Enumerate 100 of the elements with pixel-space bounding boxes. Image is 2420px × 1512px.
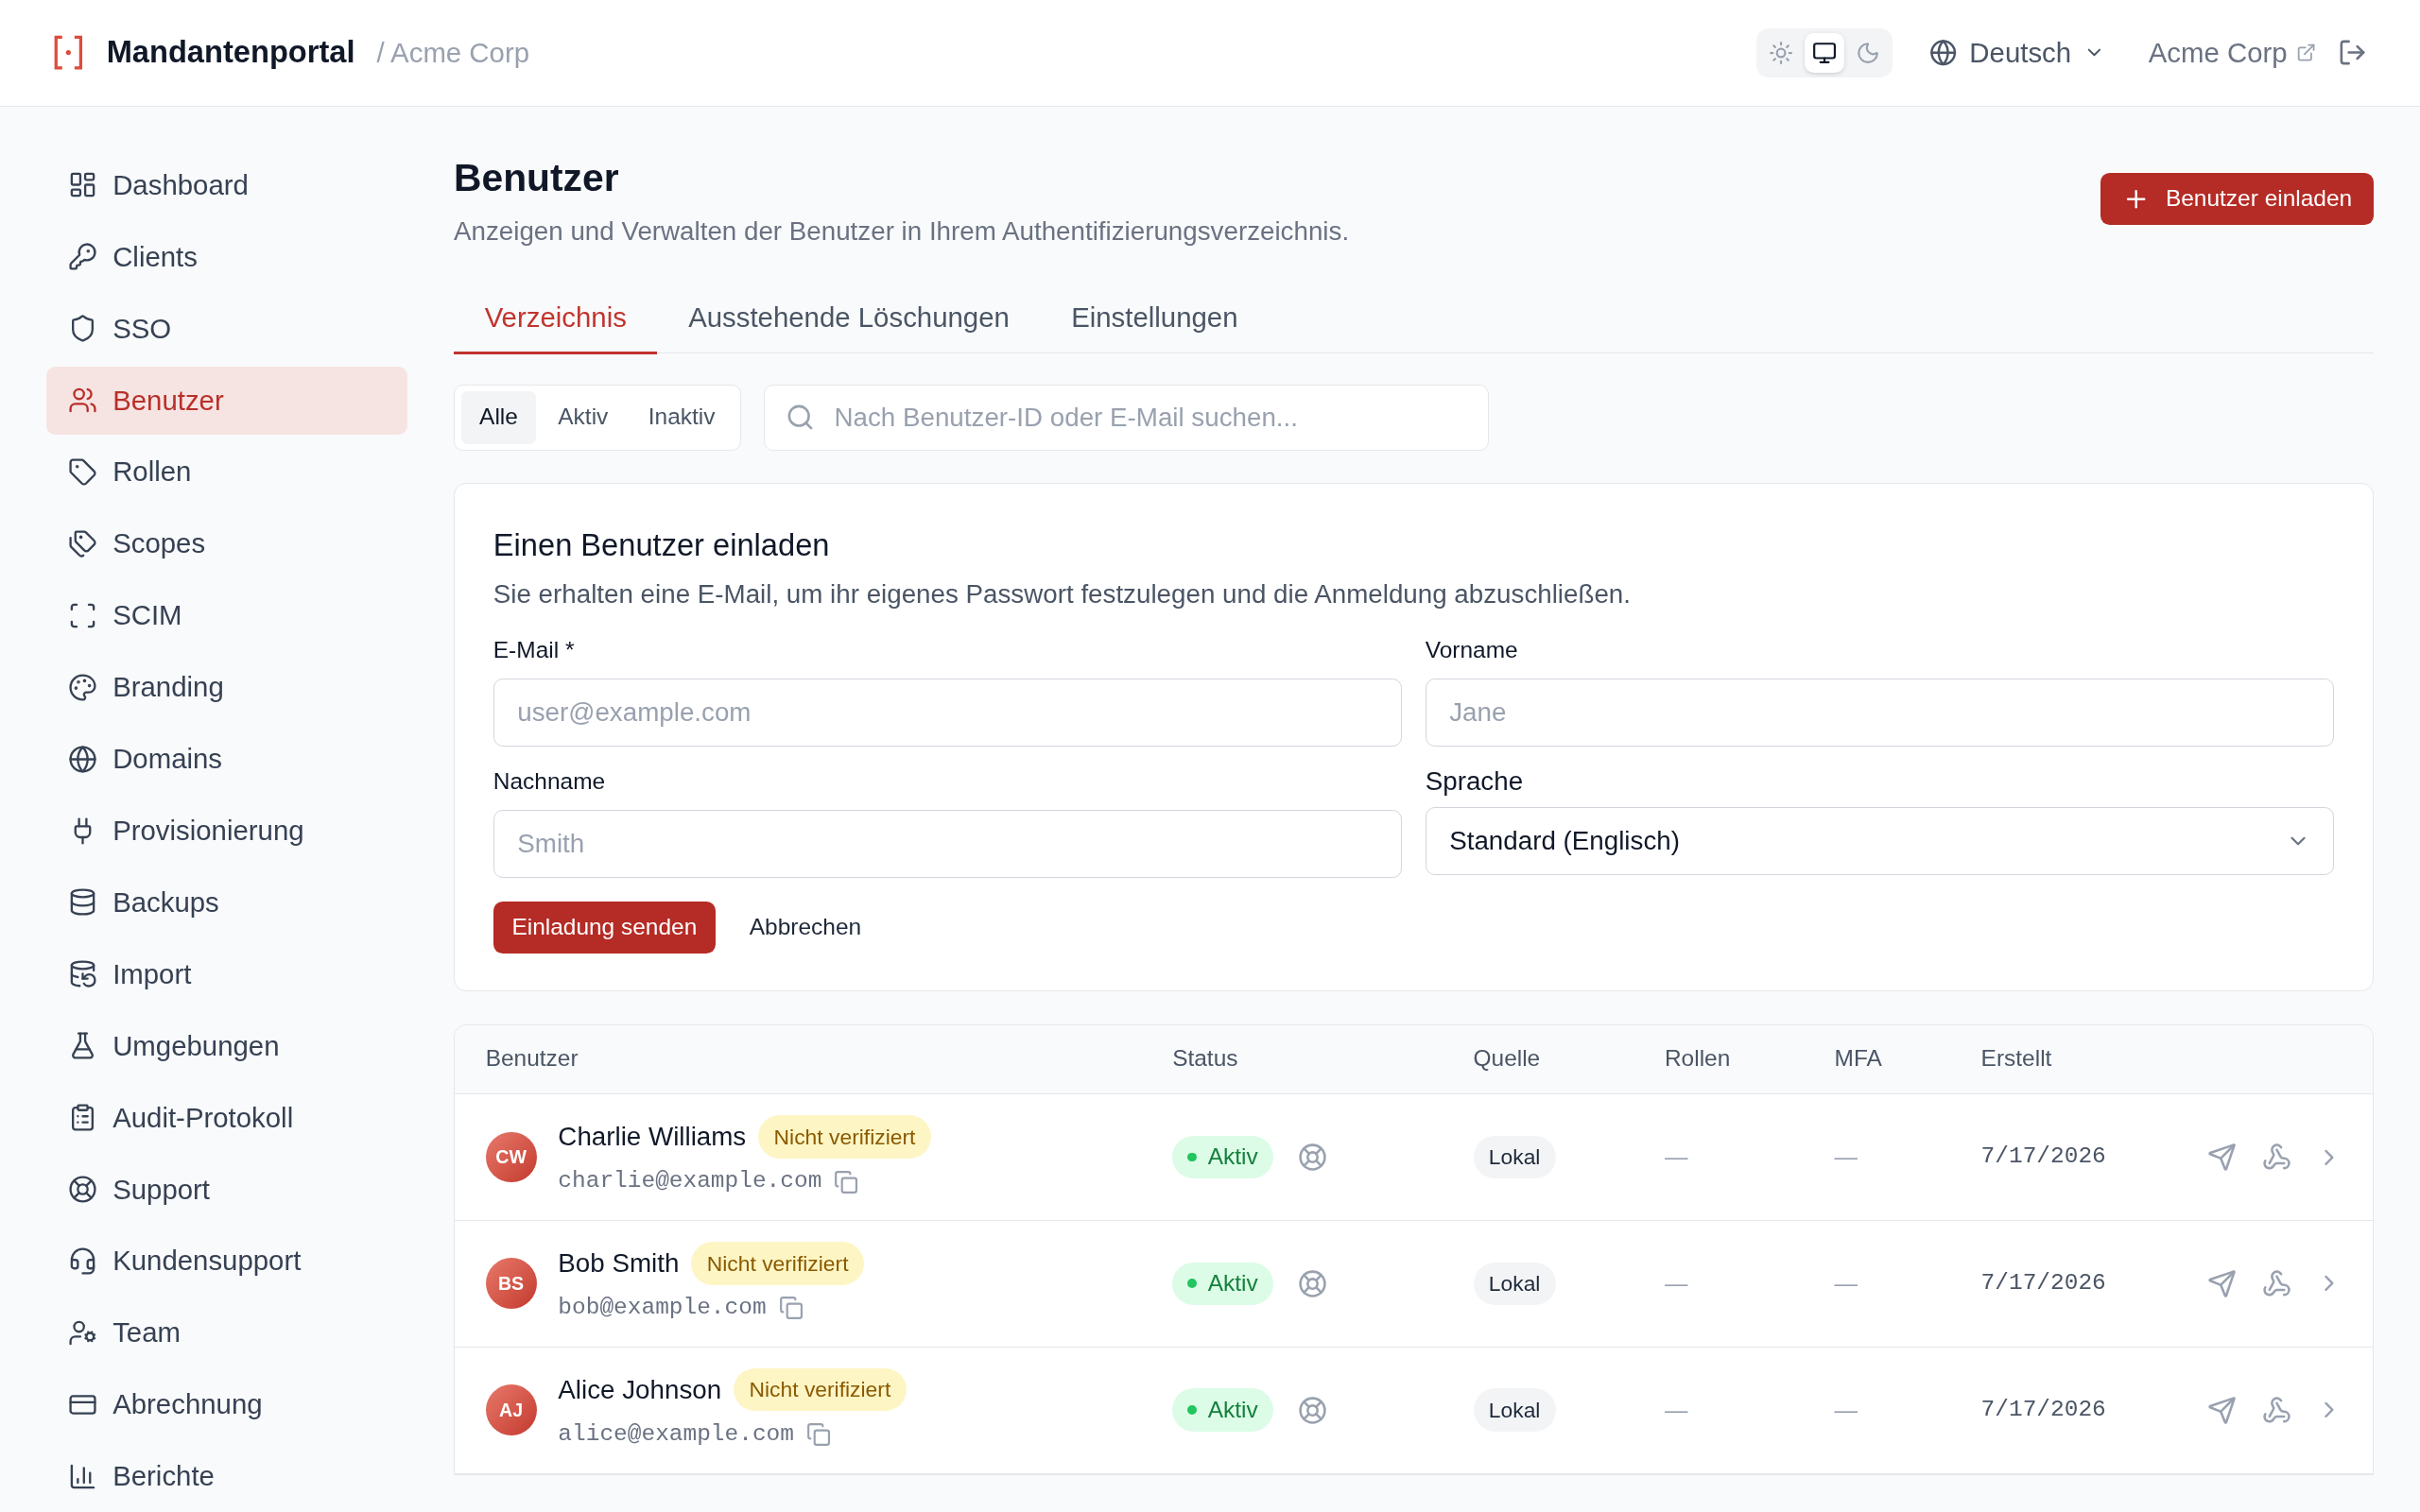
- tab[interactable]: Ausstehende Löschungen: [657, 284, 1041, 354]
- status-badge: Aktiv: [1172, 1262, 1273, 1306]
- webhook-icon: [2261, 1268, 2291, 1298]
- filter-option[interactable]: Aktiv: [539, 391, 627, 444]
- sidebar-item[interactable]: Import: [45, 939, 407, 1008]
- send-button[interactable]: [2207, 1142, 2238, 1172]
- user-email: bob@example.com: [558, 1294, 767, 1323]
- globe-icon: [1928, 39, 1958, 67]
- sun-icon: [1769, 40, 1794, 65]
- text-input[interactable]: Smith: [493, 810, 1403, 879]
- form-title: Einen Benutzer einladen: [493, 525, 831, 564]
- user-avatar: CW: [485, 1131, 537, 1183]
- mfa-cell-text: —: [1834, 1395, 1858, 1424]
- user-email: alice@example.com: [558, 1420, 794, 1449]
- column-header: Benutzer: [485, 1044, 579, 1074]
- tags-icon: [67, 528, 97, 558]
- lifebuoy-icon: [67, 1175, 97, 1205]
- invite-user-button[interactable]: Benutzer einladen: [2100, 172, 2374, 226]
- sidebar-item[interactable]: Team: [45, 1298, 407, 1367]
- lifebuoy-icon[interactable]: [1298, 1395, 1328, 1425]
- sidebar-item[interactable]: Clients: [45, 222, 407, 291]
- user-name: Alice Johnson: [558, 1373, 722, 1406]
- mfa-cell-text: —: [1834, 1143, 1858, 1172]
- page-subtitle: Anzeigen und Verwalten der Benutzer in Ihrem Authentifizierungsverzeichnis.: [454, 215, 1350, 248]
- webhook-button[interactable]: [2261, 1142, 2291, 1172]
- webhook-button[interactable]: [2261, 1268, 2291, 1298]
- mfa-cell-text: —: [1834, 1269, 1858, 1297]
- verification-badge: Nicht verifiziert: [758, 1115, 931, 1159]
- language-selector[interactable]: Deutsch: [1928, 31, 2105, 74]
- moon-icon: [1855, 40, 1880, 65]
- send-button[interactable]: [2207, 1395, 2238, 1425]
- sidebar-item[interactable]: Kundensupport: [45, 1227, 407, 1296]
- user-name: Charlie Williams: [558, 1121, 747, 1154]
- palette-icon: [67, 672, 97, 702]
- tenant-link[interactable]: Acme Corp: [2148, 31, 2317, 74]
- sidebar-item[interactable]: Abrechnung: [45, 1370, 407, 1439]
- filter-option[interactable]: Inaktiv: [630, 391, 735, 444]
- sidebar-item[interactable]: Umgebungen: [45, 1011, 407, 1080]
- sidebar-item[interactable]: Support: [45, 1155, 407, 1224]
- roles-cell-text: —: [1664, 1143, 1688, 1172]
- send-button[interactable]: [2207, 1268, 2238, 1298]
- text-input[interactable]: Jane: [1425, 678, 2335, 747]
- sidebar-item[interactable]: Rollen: [45, 438, 407, 507]
- status-badge: Aktiv: [1172, 1135, 1273, 1179]
- copy-icon[interactable]: [778, 1296, 804, 1321]
- external-link-icon: [2296, 43, 2317, 63]
- user-name: Bob Smith: [558, 1246, 680, 1280]
- sidebar-item[interactable]: Dashboard: [45, 151, 407, 219]
- verification-badge: Nicht verifiziert: [691, 1241, 864, 1285]
- column-header: Quelle: [1473, 1044, 1542, 1074]
- webhook-button[interactable]: [2261, 1395, 2291, 1425]
- send-icon: [2207, 1268, 2238, 1298]
- source-badge: Lokal: [1473, 1388, 1556, 1433]
- send-icon: [2207, 1395, 2238, 1425]
- sidebar-item[interactable]: Branding: [45, 653, 407, 722]
- brand-name: Mandantenportal: [106, 33, 355, 72]
- field-label: Sprache: [1425, 765, 1525, 798]
- send-invitation-button[interactable]: Einladung senden: [493, 901, 716, 954]
- sidebar-item[interactable]: Audit-Protokoll: [45, 1083, 407, 1152]
- roles-cell-text: —: [1664, 1269, 1688, 1297]
- tab[interactable]: Einstellungen: [1040, 284, 1270, 354]
- verification-badge: Nicht verifiziert: [734, 1367, 907, 1412]
- source-badge: Lokal: [1473, 1262, 1556, 1306]
- copy-icon[interactable]: [806, 1422, 832, 1448]
- cancel-button[interactable]: Abbrechen: [749, 910, 862, 945]
- sidebar-item[interactable]: SSO: [45, 294, 407, 363]
- monitor-icon: [1811, 40, 1837, 65]
- sidebar-item[interactable]: Scopes: [45, 509, 407, 578]
- column-header: Status: [1172, 1044, 1239, 1074]
- field-label: Nachname: [493, 767, 607, 797]
- field-label: E-Mail *: [493, 635, 576, 664]
- copy-icon[interactable]: [834, 1169, 859, 1194]
- created-date: 7/17/2026: [1980, 1395, 2106, 1424]
- source-badge: Lokal: [1473, 1135, 1556, 1179]
- language-select[interactable]: Standard (Englisch): [1425, 807, 2335, 875]
- created-date: 7/17/2026: [1980, 1269, 2106, 1297]
- breadcrumb: / Acme Corp: [376, 35, 530, 70]
- lifebuoy-icon[interactable]: [1298, 1268, 1328, 1298]
- search-field[interactable]: Nach Benutzer-ID oder E-Mail suchen...: [764, 384, 1490, 451]
- status-badge: Aktiv: [1172, 1388, 1273, 1433]
- field-label: Vorname: [1425, 635, 1519, 664]
- column-header: Rollen: [1664, 1044, 1732, 1074]
- send-icon: [2207, 1142, 2238, 1172]
- key-icon: [67, 242, 97, 272]
- sidebar-item[interactable]: Benutzer: [45, 366, 407, 435]
- globe-icon: [67, 744, 97, 774]
- form-description: Sie erhalten eine E-Mail, um ihr eigenes Passwort festzulegen und die Anmeldung abzuschließen.: [493, 578, 1632, 611]
- column-header: MFA: [1834, 1044, 1883, 1074]
- sidebar-item[interactable]: Berichte: [45, 1442, 407, 1511]
- sidebar-item[interactable]: Provisionierung: [45, 797, 407, 865]
- sidebar-item[interactable]: Domains: [45, 725, 407, 794]
- lifebuoy-icon[interactable]: [1298, 1142, 1328, 1172]
- webhook-icon: [2261, 1142, 2291, 1172]
- filter-option[interactable]: Alle: [460, 391, 537, 444]
- sidebar-item[interactable]: Backups: [45, 868, 407, 936]
- text-input[interactable]: user@example.com: [493, 678, 1403, 747]
- sidebar-item[interactable]: SCIM: [45, 581, 407, 650]
- page-title: Benutzer: [454, 154, 620, 201]
- tab[interactable]: Verzeichnis: [454, 284, 658, 354]
- theme-monitor-button[interactable]: [1804, 32, 1845, 74]
